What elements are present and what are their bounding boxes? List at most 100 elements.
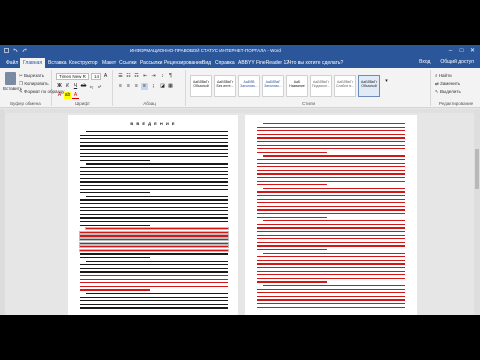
text-line bbox=[257, 277, 405, 279]
text-line bbox=[257, 148, 405, 150]
numbering-icon[interactable]: ☷ bbox=[125, 73, 132, 80]
multilevel-list-icon[interactable]: ☶ bbox=[133, 73, 140, 80]
save-icon[interactable] bbox=[4, 48, 9, 53]
sort-icon[interactable]: ↕ bbox=[159, 73, 166, 80]
text-line bbox=[86, 195, 228, 197]
show-marks-icon[interactable]: ¶ bbox=[167, 73, 174, 80]
style-normal-selected[interactable]: АаБбВвГг Обычный bbox=[358, 75, 380, 97]
text-line bbox=[257, 209, 405, 211]
highlight-color-icon[interactable]: ab bbox=[64, 92, 71, 99]
align-left-icon[interactable]: ≡ bbox=[117, 83, 124, 90]
style-heading1[interactable]: АаБбВ Заголово... bbox=[238, 75, 260, 97]
minimize-button[interactable]: – bbox=[446, 47, 455, 55]
style-subtle-emphasis[interactable]: АаБбВвГг Слабое в... bbox=[334, 75, 356, 97]
style-no-spacing[interactable]: АаБбВвГг Без инте... bbox=[214, 75, 236, 97]
tab-design[interactable]: Конструктор bbox=[66, 58, 101, 68]
text-line bbox=[80, 167, 228, 169]
decrease-indent-icon[interactable]: ⇤ bbox=[142, 73, 149, 80]
text-line bbox=[257, 249, 327, 251]
undo-icon[interactable] bbox=[13, 48, 18, 53]
underline-icon[interactable]: Ч bbox=[72, 83, 79, 90]
font-family-select[interactable]: Times New R bbox=[56, 73, 89, 80]
maximize-button[interactable]: □ bbox=[457, 47, 466, 55]
select-button[interactable]: ↖ Выделить bbox=[435, 89, 461, 95]
style-subtitle[interactable]: АаБбВвГг Подзагол... bbox=[310, 75, 332, 97]
tab-home[interactable]: Главная bbox=[20, 58, 46, 68]
italic-icon[interactable]: К bbox=[64, 83, 71, 90]
superscript-icon[interactable]: x² bbox=[96, 83, 103, 90]
text-line bbox=[80, 145, 228, 147]
shading-icon[interactable]: ◪ bbox=[159, 83, 166, 90]
sign-in-link[interactable]: Вход bbox=[419, 59, 430, 65]
window-title: ИНФОРМАЦИОННО-ПРАВОВОЙ СТАТУС ИНТЕРНЕТ-П… bbox=[130, 48, 281, 53]
text-line bbox=[257, 263, 405, 265]
find-button[interactable]: ⌕ Найти bbox=[435, 73, 452, 78]
text-line bbox=[257, 141, 405, 143]
document-page-left[interactable]: В В Е Д Е Н И Е bbox=[68, 115, 238, 315]
copy-button[interactable]: ❐ Копировать bbox=[19, 81, 49, 87]
text-line bbox=[80, 152, 228, 154]
text-line bbox=[257, 173, 405, 175]
text-effects-icon[interactable]: A bbox=[56, 92, 63, 99]
style-normal[interactable]: АаБбВвГг Обычный bbox=[190, 75, 212, 97]
strikethrough-icon[interactable]: ab bbox=[80, 83, 87, 90]
bold-icon[interactable]: Ж bbox=[56, 83, 63, 90]
align-right-icon[interactable]: ≡ bbox=[133, 83, 140, 90]
style-name: Обычный bbox=[193, 84, 209, 88]
styles-more-icon[interactable]: ▾ bbox=[383, 78, 390, 85]
style-heading2[interactable]: АаБбВвГ Заголово... bbox=[262, 75, 284, 97]
share-button[interactable]: Общий доступ bbox=[440, 59, 474, 65]
text-line bbox=[257, 133, 405, 135]
font-size-select[interactable]: 14 bbox=[91, 73, 101, 80]
text-line bbox=[257, 292, 405, 294]
text-line bbox=[86, 131, 228, 133]
justify-icon[interactable]: ≡ bbox=[141, 83, 148, 90]
document-page-right[interactable] bbox=[245, 115, 417, 315]
text-line bbox=[257, 303, 405, 305]
cursor-icon: ↖ bbox=[435, 89, 439, 94]
close-button[interactable]: ✕ bbox=[468, 47, 477, 55]
horizontal-ruler[interactable] bbox=[6, 109, 480, 113]
word-window: ИНФОРМАЦИОННО-ПРАВОВОЙ СТАТУС ИНТЕРНЕТ-П… bbox=[0, 45, 480, 315]
text-line bbox=[257, 295, 405, 297]
vertical-ruler[interactable] bbox=[0, 109, 5, 315]
cut-button[interactable]: ✂ Вырезать bbox=[19, 73, 44, 79]
text-line bbox=[80, 206, 228, 208]
text-line bbox=[86, 293, 228, 295]
scissors-icon: ✂ bbox=[19, 73, 23, 78]
text-line bbox=[80, 303, 228, 305]
bullets-icon[interactable]: ☰ bbox=[117, 73, 124, 80]
replace-button[interactable]: ⇄ Заменить bbox=[435, 81, 460, 87]
scrollbar-thumb[interactable] bbox=[475, 149, 479, 189]
styles-group-label: Стили bbox=[302, 101, 315, 106]
tell-me-search[interactable]: Что вы хотите сделать? bbox=[285, 58, 346, 68]
increase-indent-icon[interactable]: ⇥ bbox=[150, 73, 157, 80]
text-line bbox=[257, 205, 405, 207]
tab-file[interactable]: Файл bbox=[3, 58, 21, 68]
text-line bbox=[257, 213, 405, 215]
paste-button[interactable]: Вставить bbox=[3, 72, 22, 91]
paragraph-group: ☰ ☷ ☶ ⇤ ⇥ ↕ ¶ ≡ ≡ ≡ ≡ ↨ ◪ ▦ Абзац bbox=[114, 70, 186, 106]
search-icon: ⌕ bbox=[435, 73, 438, 78]
text-line bbox=[257, 191, 405, 193]
text-line bbox=[80, 210, 228, 212]
text-line bbox=[257, 180, 405, 182]
align-center-icon[interactable]: ≡ bbox=[125, 83, 132, 90]
text-line bbox=[257, 281, 327, 283]
styles-group: АаБбВвГг Обычный АаБбВвГг Без инте... Аа… bbox=[187, 70, 431, 106]
borders-icon[interactable]: ▦ bbox=[167, 83, 174, 90]
vertical-scrollbar[interactable] bbox=[474, 109, 480, 315]
text-line bbox=[257, 227, 405, 229]
font-color-icon[interactable]: A bbox=[72, 92, 79, 99]
line-spacing-icon[interactable]: ↨ bbox=[150, 83, 157, 90]
tab-abbyy[interactable]: ABBYY FineReader 12 bbox=[235, 58, 292, 68]
text-line bbox=[257, 231, 405, 233]
text-line bbox=[80, 203, 228, 205]
redo-icon[interactable] bbox=[22, 48, 27, 53]
grow-font-icon[interactable]: A bbox=[102, 73, 109, 80]
style-title[interactable]: АаБ Название bbox=[286, 75, 308, 97]
text-line bbox=[257, 151, 327, 153]
text-line bbox=[80, 185, 228, 187]
tab-help[interactable]: Справка bbox=[212, 58, 238, 68]
subscript-icon[interactable]: x₂ bbox=[88, 83, 95, 90]
